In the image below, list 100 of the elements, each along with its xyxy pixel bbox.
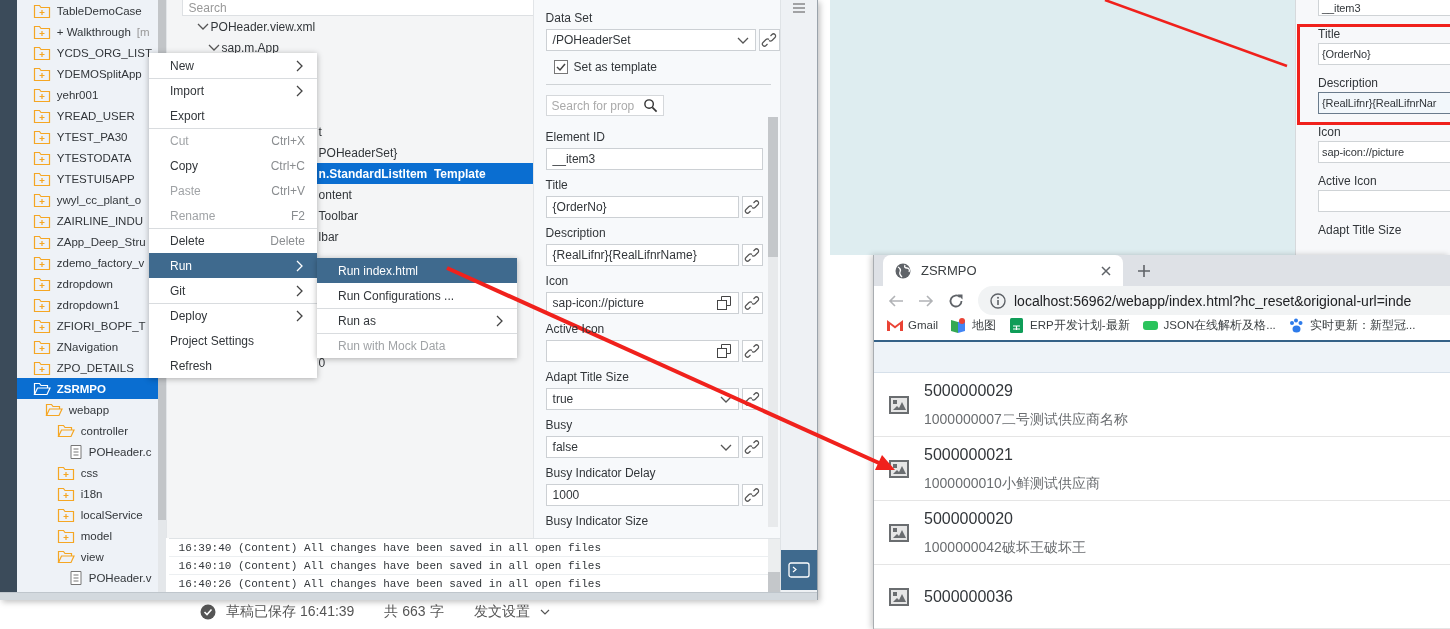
save-status: 草稿已保存 16:41:39 (226, 603, 355, 621)
binding-button[interactable] (741, 436, 763, 458)
input-field[interactable]: sap-icon://picture (1318, 141, 1450, 163)
tree-item[interactable]: localService (16, 504, 158, 525)
tree-item-label: POHeader.c (88, 445, 152, 458)
tree-item[interactable]: i18n (16, 483, 158, 504)
field-label: Element ID (545, 129, 605, 145)
menu-item[interactable]: Run Configurations ... (317, 283, 517, 308)
tree-item-label: YREAD_USER (56, 109, 135, 122)
input-field[interactable]: __item3 (545, 148, 763, 170)
menu-item[interactable]: Run as (317, 308, 517, 333)
binding-button[interactable] (741, 484, 763, 506)
menu-item[interactable]: Import (149, 78, 317, 103)
binding-button[interactable] (741, 340, 763, 362)
bookmark[interactable]: 地图 (950, 316, 997, 334)
field-label: Icon (1318, 124, 1342, 141)
input-field[interactable]: {OrderNo} (545, 196, 739, 218)
shortcut-label: F2 (291, 209, 305, 223)
tree-item-label: i18n (80, 487, 103, 500)
tree-item-label: YCDS_ORG_LIST (56, 46, 152, 59)
bookmark[interactable]: JSON在线解析及格... (1141, 316, 1276, 334)
check-circle-icon (200, 604, 216, 620)
tree-item[interactable]: ZSRMPO (16, 378, 158, 399)
tree-item-label: view (80, 550, 104, 563)
input-field[interactable]: {RealLifnr}{RealLifnrName} (545, 244, 739, 266)
settings-link[interactable]: 发文设置 (473, 603, 530, 621)
file-icon (68, 443, 83, 460)
tree-item-label: css (80, 466, 98, 479)
tree-item-label: localService (80, 508, 143, 521)
shortcut-label: Ctrl+X (271, 134, 305, 148)
field-label: Active Icon (1318, 173, 1378, 190)
link-icon (744, 487, 761, 503)
tree-item-label: webapp (68, 403, 110, 416)
input-field[interactable]: {RealLifnr}{RealLifnrNar (1318, 92, 1450, 114)
tree-item-label: zdemo_factory_v (56, 256, 145, 269)
tree-item-label: + Walkthrough (56, 25, 131, 38)
tree-item[interactable]: webapp (16, 399, 158, 420)
plus-icon (1137, 263, 1151, 278)
list-item[interactable]: 5000000036 (874, 565, 1450, 629)
picture-icon (889, 586, 909, 607)
tree-item-label: zdropdown (56, 277, 113, 290)
binding-button[interactable] (741, 196, 763, 218)
tree-item-label: POHeader.v (88, 571, 152, 584)
list-item[interactable]: 5000000020 1000000042破坏王破坏王 (874, 501, 1450, 565)
menu-icon (791, 2, 806, 14)
dropdown-field[interactable]: /POHeaderSet (545, 29, 756, 51)
field-label: Title (545, 177, 568, 193)
link-icon (744, 439, 761, 455)
browser-tab[interactable]: ZSRMPO (883, 255, 1123, 286)
list-item[interactable]: 5000000029 1000000007二号测试供应商名称 (874, 373, 1450, 437)
tree-item[interactable]: css (16, 462, 158, 483)
link-icon (744, 295, 761, 311)
scrollbar-thumb[interactable] (767, 117, 778, 257)
tree-item[interactable]: view (16, 546, 158, 567)
tree-item-label: ZFIORI_BOPF_T (56, 319, 146, 332)
item-title: 5000000020 (924, 508, 1014, 529)
address-bar[interactable]: localhost:56962/webapp/index.html?hc_reset&origional-url=inde (978, 286, 1450, 315)
binding-button[interactable] (741, 244, 763, 266)
bookmark[interactable]: Gmail (886, 316, 939, 334)
outline-node[interactable]: POHeader.view.xml (210, 19, 316, 34)
menu-item[interactable]: Run index.html (317, 258, 517, 283)
field-label: Description (545, 225, 606, 241)
shortcut-label: Delete (270, 234, 305, 248)
tree-item-label: YTESTODATA (56, 151, 132, 164)
input-field[interactable]: sap-icon://picture (545, 292, 739, 314)
input-field[interactable]: __item3 (1318, 0, 1450, 16)
field-label: Title (1318, 26, 1342, 43)
input-field[interactable] (1318, 190, 1450, 212)
spreadsheet-icon (1008, 316, 1026, 334)
item-title: 5000000021 (924, 444, 1014, 465)
input-field[interactable] (545, 340, 739, 362)
tree-item[interactable]: POHeader.v (16, 567, 158, 588)
outline-node[interactable]: sap.m.App (221, 40, 279, 55)
tree-item[interactable]: TableDemoCase (16, 0, 158, 21)
input-field[interactable]: 1000 (545, 484, 739, 506)
bookmark[interactable]: 实时更新：新型冠... (1287, 316, 1416, 334)
binding-button[interactable] (758, 29, 780, 51)
link-icon (744, 343, 761, 359)
tree-item-label: model (80, 529, 113, 542)
dropdown-field[interactable]: false (545, 436, 739, 458)
checkbox[interactable] (553, 60, 568, 74)
tree-item-label: ywyl_cc_plant_o (56, 193, 142, 206)
terminal-button[interactable] (780, 550, 817, 590)
dropdown-field[interactable]: true (545, 388, 739, 410)
tree-item-label: ZNavigation (56, 340, 119, 353)
console-line: 16:39:40 (Content) All changes have been saved in all open files (178, 541, 601, 554)
bookmark[interactable]: ERP开发计划-最新 (1008, 316, 1130, 334)
menu-item[interactable]: Run (149, 253, 317, 278)
tree-item[interactable]: + Walkthrough [m (16, 21, 158, 42)
binding-button[interactable] (741, 292, 763, 314)
picture-icon (889, 394, 909, 415)
field-label: Active Icon (545, 321, 605, 337)
tree-item-label: ZApp_Deep_Stru (56, 235, 146, 248)
tree-item[interactable]: POHeader.c (16, 441, 158, 462)
tree-item[interactable]: controller (16, 420, 158, 441)
terminal-icon (787, 562, 810, 578)
item-title: 5000000036 (924, 586, 1013, 607)
tree-item-label: ZAIRLINE_INDU (56, 214, 144, 227)
input-field[interactable]: {OrderNo} (1318, 43, 1450, 65)
tree-item[interactable]: model (16, 525, 158, 546)
